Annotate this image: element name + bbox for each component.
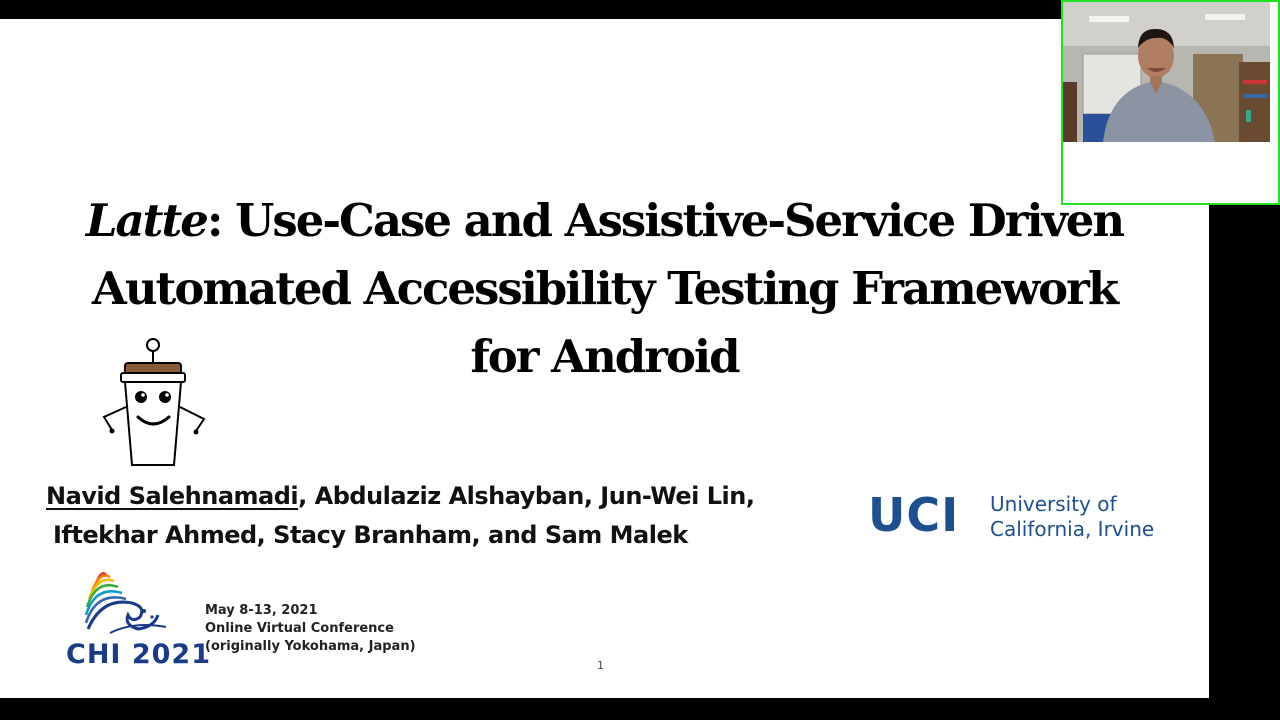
presenter-video-tile[interactable] — [1061, 0, 1280, 205]
university-name: University of California, Irvine — [990, 492, 1154, 542]
conference-info: May 8-13, 2021 Online Virtual Conference… — [205, 602, 416, 656]
uci-logo: UCI University of California, Irvine — [868, 491, 1168, 541]
slide-page-number: 1 — [597, 659, 604, 672]
conference-mode: Online Virtual Conference — [205, 621, 394, 636]
author-line-1-rest: , Abdulaziz Alshayban, Jun-Wei Lin, — [298, 482, 755, 510]
university-name-line-2: California, Irvine — [990, 517, 1155, 541]
presenter-webcam-feed — [1063, 2, 1278, 203]
author-line-2: Iftekhar Ahmed, Stacy Branham, and Sam M… — [53, 521, 688, 549]
uci-wordmark: UCI — [868, 488, 960, 542]
author-list: Navid Salehnamadi, Abdulaziz Alshayban, … — [46, 477, 846, 555]
conference-dates: May 8-13, 2021 — [205, 603, 318, 618]
title-emphasis: Latte — [85, 194, 209, 247]
author-line-1: Navid Salehnamadi, Abdulaziz Alshayban, … — [46, 477, 846, 516]
university-name-line-1: University of — [990, 492, 1117, 516]
chi-logo-text: CHI 2021 — [66, 639, 212, 670]
presentation-slide: Latte: Use-Case and Assistive-Service Dr… — [0, 19, 1209, 698]
presenter-name: Navid Salehnamadi — [46, 482, 299, 510]
title-line-2: Automated Accessibility Testing Framewor… — [91, 262, 1119, 315]
conference-location: (originally Yokohama, Japan) — [205, 639, 416, 654]
latte-cup-mascot — [102, 338, 206, 466]
title-line-1: Latte: Use-Case and Assistive-Service Dr… — [0, 187, 1209, 255]
title-line-1-rest: : Use-Case and Assistive-Service Driven — [206, 194, 1125, 247]
